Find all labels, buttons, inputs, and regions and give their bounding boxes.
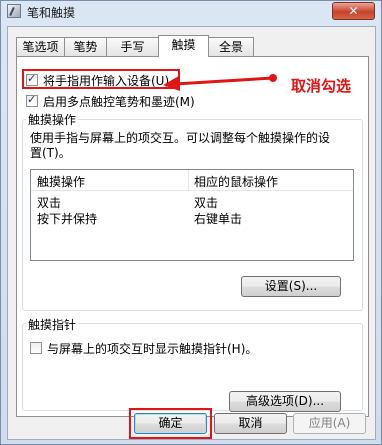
settings-button[interactable]: 设置(S)... <box>241 276 341 297</box>
show-pointer-label[interactable]: 与屏幕上的项交互时显示触摸指针(H)。 <box>47 340 257 357</box>
tab-panning[interactable]: 全景 <box>208 37 254 56</box>
tab-touch[interactable]: 触摸 <box>158 35 209 57</box>
annotation-arrow-icon <box>163 74 277 91</box>
highlight-ok-button <box>129 408 212 439</box>
touch-actions-list[interactable]: 触摸操作 相应的鼠标操作 双击 双击 按下并保持 右键单击 <box>30 169 354 261</box>
multitouch-checkbox[interactable] <box>26 93 38 107</box>
mouse-action-cell: 双击 <box>194 196 219 210</box>
touch-actions-description: 使用手指与屏幕上的项交互。可以调整每个触摸操作的设置(T)。 <box>30 131 331 160</box>
highlight-use-finger <box>22 69 180 89</box>
touch-actions-title: 触摸操作 <box>26 111 79 128</box>
touch-action-cell: 双击 <box>37 196 62 210</box>
tab-handwriting[interactable]: 手写 <box>106 37 159 56</box>
mouse-action-cell: 右键单击 <box>194 212 243 226</box>
list-header: 触摸操作 相应的鼠标操作 <box>31 170 353 191</box>
tab-flicks[interactable]: 笔势 <box>64 37 107 56</box>
column-header-mouse-action[interactable]: 相应的鼠标操作 <box>194 173 278 190</box>
list-item[interactable]: 双击 双击 <box>31 194 353 210</box>
close-button[interactable]: ✕ <box>332 2 375 20</box>
pen-and-touch-window: 笔和触摸 ✕ 笔选项 笔势 手写 触摸 全景 将手指用作输入设备(U) 启用多点… <box>0 0 382 445</box>
window-title: 笔和触摸 <box>27 6 76 20</box>
touch-tab-panel: 将手指用作输入设备(U) 启用多点触控笔势和墨迹(M) 触摸操作 使用手指与屏幕… <box>16 56 369 417</box>
cancel-button[interactable]: 取消 <box>214 413 287 434</box>
title-bar: 笔和触摸 ✕ <box>1 1 381 23</box>
touch-pointer-title: 触摸指针 <box>26 316 79 333</box>
multitouch-label[interactable]: 启用多点触控笔势和墨迹(M) <box>43 93 195 110</box>
apply-button[interactable]: 应用(A) <box>293 413 366 434</box>
show-pointer-checkbox[interactable] <box>30 342 42 354</box>
annotation-label: 取消勾选 <box>291 77 352 95</box>
tab-pen-options[interactable]: 笔选项 <box>16 37 65 56</box>
list-item[interactable]: 按下并保持 右键单击 <box>31 210 353 226</box>
advanced-options-button[interactable]: 高级选项(D)... <box>229 391 341 412</box>
pen-icon <box>7 4 21 18</box>
column-header-touch-action[interactable]: 触摸操作 <box>37 173 85 190</box>
column-divider <box>188 170 189 190</box>
touch-action-cell: 按下并保持 <box>37 212 98 226</box>
